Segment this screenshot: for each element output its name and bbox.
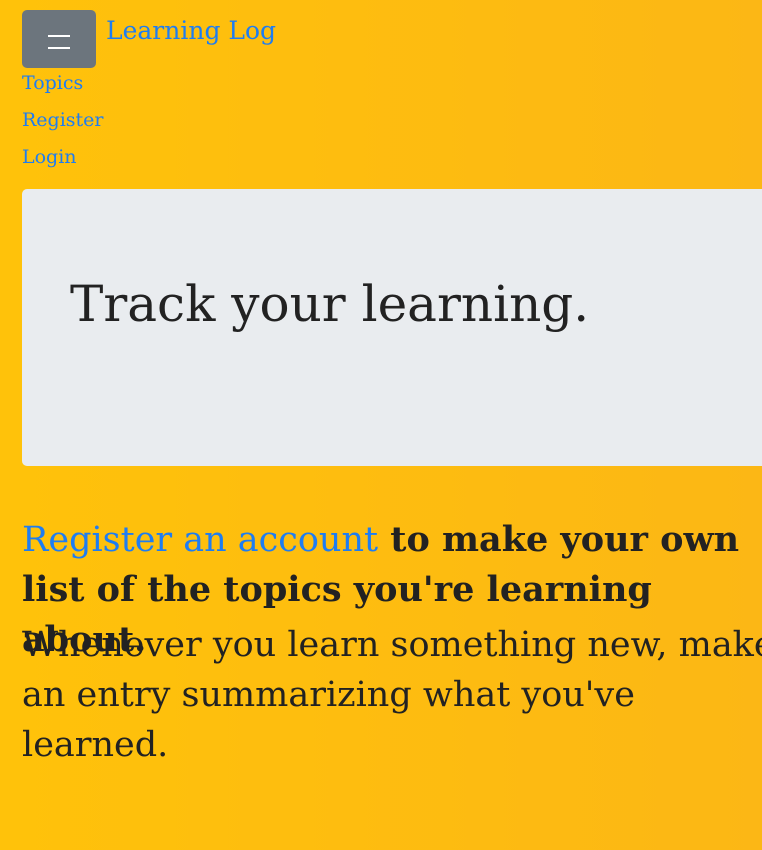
description-paragraph: Whenever you learn something new, make a…: [22, 625, 762, 765]
brand-link[interactable]: Learning Log: [106, 16, 276, 45]
topics-link[interactable]: Topics: [22, 72, 83, 94]
nav-item-register: Register: [22, 105, 104, 142]
nav-links: Topics Register Login: [22, 68, 104, 179]
page-heading: Track your learning.: [70, 275, 590, 333]
nav-item-topics: Topics: [22, 68, 104, 105]
register-account-link[interactable]: Register an account: [22, 520, 378, 560]
hamburger-menu-icon: [48, 35, 70, 49]
nav-item-login: Login: [22, 142, 104, 179]
login-link[interactable]: Login: [22, 146, 77, 168]
register-link[interactable]: Register: [22, 109, 104, 131]
navbar-toggler-button[interactable]: [22, 10, 96, 68]
jumbotron: Track your learning.: [22, 189, 762, 466]
